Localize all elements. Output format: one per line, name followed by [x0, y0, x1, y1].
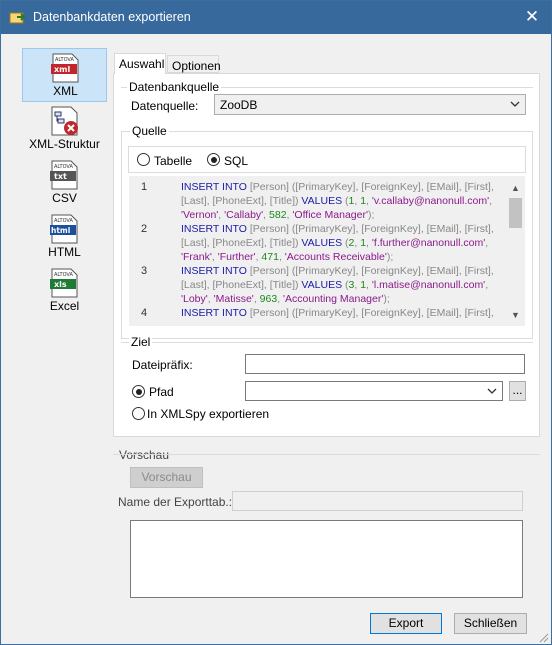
svg-text:ALTOVA: ALTOVA: [54, 164, 74, 170]
tab-optionen[interactable]: Optionen: [167, 55, 221, 73]
sql-keyword: INSERT INTO: [181, 265, 247, 277]
nav-label-xml-structure: XML-Struktur: [29, 137, 100, 151]
xml-file-icon: ALTOVA xml: [51, 53, 79, 83]
line-number: 3: [141, 265, 148, 277]
sql-token: [Person] ([PrimaryKey], [ForeignKey], [E…: [246, 307, 494, 319]
export-table-label: Name der Exporttab.:: [118, 495, 233, 509]
export-dialog: Datenbankdaten exportieren ✕ ALTOVA xml …: [0, 0, 552, 645]
scroll-up-icon[interactable]: ▲: [508, 181, 523, 196]
title-bar: Datenbankdaten exportieren ✕: [1, 1, 551, 34]
tab-auswahl[interactable]: Auswahl: [114, 53, 166, 74]
scroll-thumb[interactable]: [509, 198, 522, 228]
sql-keyword: VALUES: [301, 237, 343, 249]
radio-pfad-label: Pfad: [149, 385, 174, 399]
sql-editor[interactable]: 1 INSERT INTO [Person] ([PrimaryKey], [F…: [129, 176, 525, 326]
prefix-label: Dateipräfix:: [132, 358, 193, 372]
window-title: Datenbankdaten exportieren: [33, 10, 191, 24]
radio-pfad[interactable]: [132, 385, 145, 398]
nav-item-excel[interactable]: ALTOVA xls Excel: [22, 264, 107, 318]
preview-button[interactable]: Vorschau: [130, 467, 203, 488]
database-export-icon: [9, 12, 26, 24]
sql-line: 3 INSERT INTO [Person] ([PrimaryKey], [F…: [129, 260, 511, 306]
svg-text:txt: txt: [54, 172, 67, 181]
sql-token: ,: [489, 195, 493, 207]
nav-label-xml: XML: [53, 84, 78, 98]
line-number: 2: [141, 223, 148, 235]
line-number: 4: [141, 307, 148, 319]
svg-text:ALTOVA: ALTOVA: [54, 272, 74, 278]
sql-keyword: VALUES: [301, 195, 343, 207]
csv-file-icon: ALTOVA txt: [50, 160, 78, 190]
prefix-input[interactable]: [245, 354, 525, 374]
radio-xmlspy[interactable]: [132, 407, 145, 420]
radio-sql-label: SQL: [224, 154, 249, 168]
chevron-down-icon: [510, 101, 520, 107]
sql-line: 4 INSERT INTO [Person] ([PrimaryKey], [F…: [129, 302, 509, 322]
sql-scrollbar[interactable]: ▲ ▼: [508, 181, 523, 323]
scroll-down-icon[interactable]: ▼: [508, 308, 523, 323]
target-group-title: Ziel: [129, 335, 153, 349]
sql-string: 'f.further@nanonull.com': [371, 237, 486, 249]
nav-item-csv[interactable]: ALTOVA txt CSV: [22, 156, 107, 210]
nav-item-html[interactable]: ALTOVA html HTML: [22, 210, 107, 264]
format-list: ALTOVA xml XML XML-Struktur ALTOVA txt C…: [22, 45, 107, 330]
nav-item-xml[interactable]: ALTOVA xml XML: [22, 48, 107, 102]
html-file-icon: ALTOVA html: [50, 214, 78, 244]
svg-text:xls: xls: [54, 280, 67, 289]
svg-text:html: html: [51, 226, 70, 235]
sql-string: 'v.callaby@nanonull.com': [371, 195, 490, 207]
xml-structure-icon: [51, 106, 78, 136]
sql-line: 1 INSERT INTO [Person] ([PrimaryKey], [F…: [129, 176, 511, 222]
preview-area[interactable]: [130, 520, 523, 598]
radio-tabelle[interactable]: [137, 153, 150, 166]
sql-keyword: INSERT INTO: [181, 181, 247, 193]
excel-file-icon: ALTOVA xls: [50, 268, 78, 298]
sql-keyword: INSERT INTO: [181, 223, 247, 235]
resize-grip-icon[interactable]: [538, 632, 550, 644]
radio-tabelle-label: Tabelle: [154, 154, 193, 168]
path-input[interactable]: [245, 381, 503, 401]
radio-xmlspy-label: In XMLSpy exportieren: [147, 407, 270, 421]
sql-keyword: VALUES: [301, 279, 343, 291]
sql-line: 2 INSERT INTO [Person] ([PrimaryKey], [F…: [129, 218, 511, 264]
nav-label-csv: CSV: [52, 191, 77, 205]
radio-sql[interactable]: [207, 153, 220, 166]
export-table-input[interactable]: [232, 491, 523, 511]
sql-code: INSERT INTO [Person] ([PrimaryKey], [For…: [181, 222, 511, 264]
svg-text:ALTOVA: ALTOVA: [54, 218, 74, 224]
datasource-select[interactable]: ZooDB: [214, 94, 526, 115]
datasource-value: ZooDB: [220, 98, 258, 112]
preview-group-title: Vorschau: [119, 448, 170, 462]
svg-text:ALTOVA: ALTOVA: [55, 57, 75, 63]
nav-label-html: HTML: [48, 245, 81, 259]
sql-code: INSERT INTO [Person] ([PrimaryKey], [For…: [181, 306, 509, 320]
sql-code: INSERT INTO [Person] ([PrimaryKey], [For…: [181, 180, 511, 222]
sql-code: INSERT INTO [Person] ([PrimaryKey], [For…: [181, 264, 511, 306]
sql-token: ,: [485, 237, 489, 249]
preview-divider: [113, 454, 540, 455]
sql-token: ,: [485, 279, 489, 291]
line-number: 1: [141, 181, 148, 193]
datasource-group-title: Datenbankquelle: [127, 80, 222, 94]
close-icon[interactable]: ✕: [519, 7, 545, 27]
svg-text:xml: xml: [54, 65, 70, 74]
browse-button[interactable]: ...: [509, 381, 526, 401]
source-group-title: Quelle: [130, 124, 169, 138]
sql-keyword: INSERT INTO: [181, 307, 247, 319]
export-button[interactable]: Export: [370, 613, 442, 634]
sql-string: 'l.matise@nanonull.com': [371, 279, 486, 291]
chevron-down-icon: [487, 388, 497, 394]
nav-item-xml-structure[interactable]: XML-Struktur: [22, 102, 107, 156]
close-button[interactable]: Schließen: [454, 613, 527, 634]
datasource-label: Datenquelle:: [131, 99, 199, 113]
nav-label-excel: Excel: [49, 299, 80, 313]
